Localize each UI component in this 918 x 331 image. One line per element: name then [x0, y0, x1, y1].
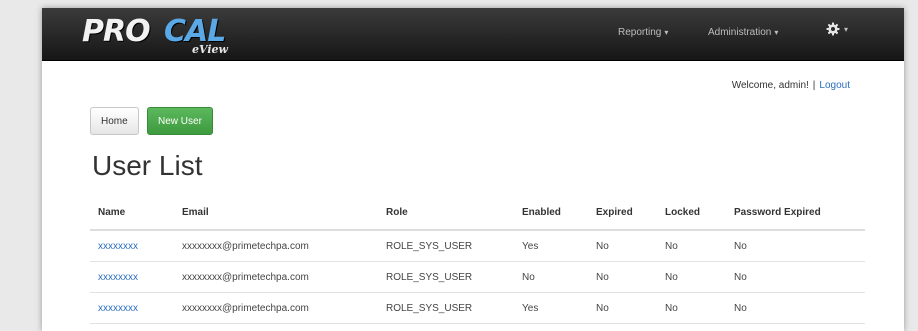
- table-header-row: Name Email Role Enabled Expired Locked P…: [90, 195, 865, 231]
- column-header-password-expired: Password Expired: [726, 195, 865, 231]
- top-navbar: PRO CAL eView Reporting ▾ Administration ▾…: [42, 8, 904, 61]
- user-enabled: Yes: [514, 292, 588, 324]
- user-password-expired: No: [726, 230, 865, 262]
- table-row: xxxxxxxx xxxxxxxx@primetechpa.com ROLE_S…: [90, 230, 865, 262]
- column-header-name: Name: [90, 195, 174, 231]
- user-email: xxxxxxxx@primetechpa.com: [174, 292, 378, 324]
- chevron-down-icon: ▾: [664, 28, 669, 37]
- table-row: xxxxxxxx xxxxxxxx@primetechpa.com ROLE_S…: [90, 261, 865, 293]
- user-locked: No: [657, 292, 726, 324]
- logo-eview-text: eView: [192, 43, 228, 56]
- page-container: PRO CAL eView Reporting ▾ Administration ▾…: [42, 8, 904, 331]
- chevron-down-icon: ▾: [844, 24, 849, 34]
- column-header-role: Role: [378, 195, 514, 231]
- table-row: xxxxxxxx xxxxxxxx@primetechpa.com ROLE_S…: [90, 292, 865, 324]
- procal-logo[interactable]: PRO CAL eView: [82, 14, 252, 58]
- user-name-link[interactable]: xxxxxxxx: [90, 261, 174, 293]
- column-header-email: Email: [174, 195, 378, 231]
- column-header-locked: Locked: [657, 195, 726, 231]
- user-role: ROLE_SYS_USER: [378, 261, 514, 293]
- settings-menu[interactable]: ▾: [826, 22, 848, 36]
- welcome-bar: Welcome, admin! | Logout: [732, 80, 850, 91]
- user-password-expired: No: [726, 261, 865, 293]
- user-password-expired: No: [726, 292, 865, 324]
- user-table: Name Email Role Enabled Expired Locked P…: [90, 195, 865, 324]
- nav-administration-label: Administration: [708, 27, 772, 38]
- user-enabled: Yes: [514, 230, 588, 262]
- chevron-down-icon: ▾: [774, 28, 779, 37]
- user-enabled: No: [514, 261, 588, 293]
- user-name-link[interactable]: xxxxxxxx: [90, 230, 174, 262]
- page-title: User List: [92, 150, 203, 181]
- user-expired: No: [588, 230, 657, 262]
- user-expired: No: [588, 261, 657, 293]
- nav-reporting-label: Reporting: [618, 27, 662, 38]
- user-email: xxxxxxxx@primetechpa.com: [174, 261, 378, 293]
- welcome-text: Welcome, admin!: [731, 80, 809, 91]
- user-role: ROLE_SYS_USER: [378, 230, 514, 262]
- home-button[interactable]: Home: [90, 107, 139, 135]
- user-locked: No: [657, 230, 726, 262]
- user-expired: No: [588, 292, 657, 324]
- column-header-expired: Expired: [588, 195, 657, 231]
- welcome-separator: |: [812, 80, 816, 91]
- logout-link[interactable]: Logout: [819, 80, 850, 91]
- user-role: ROLE_SYS_USER: [378, 292, 514, 324]
- gear-icon: [826, 22, 840, 36]
- new-user-button[interactable]: New User: [147, 107, 213, 135]
- nav-reporting-menu[interactable]: Reporting ▾: [618, 27, 668, 38]
- logo-pro-text: PRO: [82, 14, 151, 49]
- nav-administration-menu[interactable]: Administration ▾: [708, 27, 778, 38]
- user-name-link[interactable]: xxxxxxxx: [90, 292, 174, 324]
- user-email: xxxxxxxx@primetechpa.com: [174, 230, 378, 262]
- column-header-enabled: Enabled: [514, 195, 588, 231]
- user-locked: No: [657, 261, 726, 293]
